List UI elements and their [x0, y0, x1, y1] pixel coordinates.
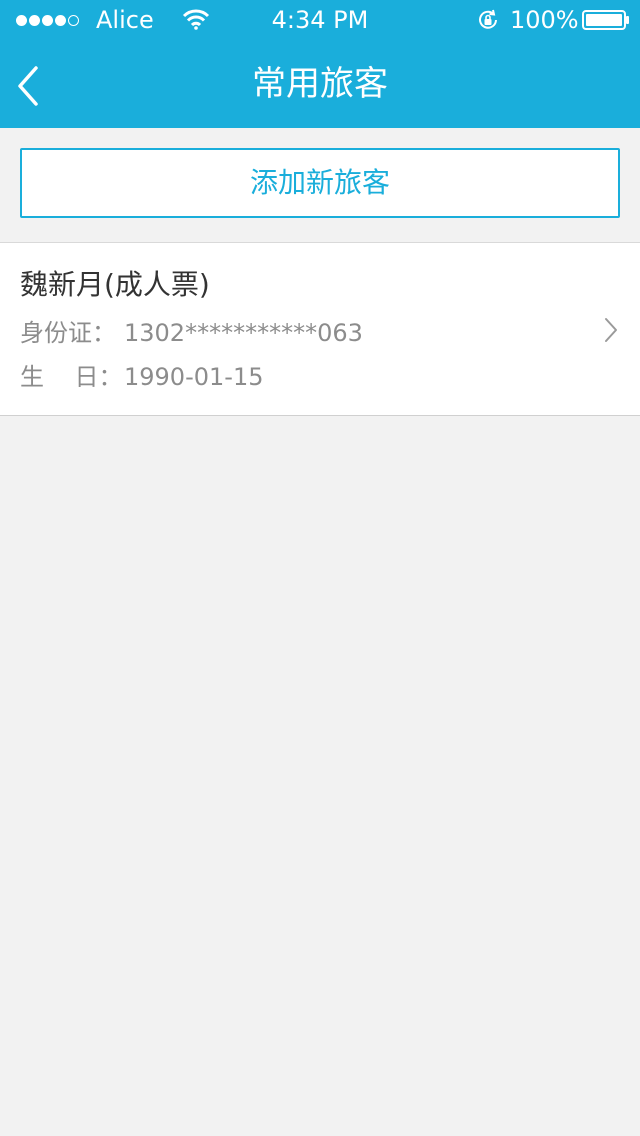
- navigation-bar: 常用旅客: [0, 40, 640, 128]
- battery-percentage: 100%: [510, 6, 579, 34]
- battery-icon: [582, 10, 629, 30]
- passenger-birthday-row: 生 日： 1990-01-15: [20, 361, 263, 393]
- birthday-value: 1990-01-15: [124, 363, 264, 391]
- id-label: 身份证：: [20, 319, 116, 347]
- rotation-lock-icon: [479, 9, 497, 29]
- page-title: 常用旅客: [252, 64, 388, 104]
- passenger-list-item[interactable]: 魏新月(成人票) 身份证： 1302***********063 生 日： 19…: [0, 242, 640, 416]
- status-bar: Alice 4:34 PM 100%: [0, 0, 640, 40]
- chevron-right-icon: [605, 318, 617, 342]
- passenger-name: 魏新月(成人票): [20, 268, 210, 301]
- add-traveler-button[interactable]: 添加新旅客: [20, 148, 620, 218]
- id-value: 1302***********063: [124, 319, 363, 347]
- app-header: Alice 4:34 PM 100% 常用旅客: [0, 0, 640, 128]
- birthday-label: 生 日：: [20, 363, 123, 391]
- passenger-id-row: 身份证： 1302***********063: [20, 317, 363, 349]
